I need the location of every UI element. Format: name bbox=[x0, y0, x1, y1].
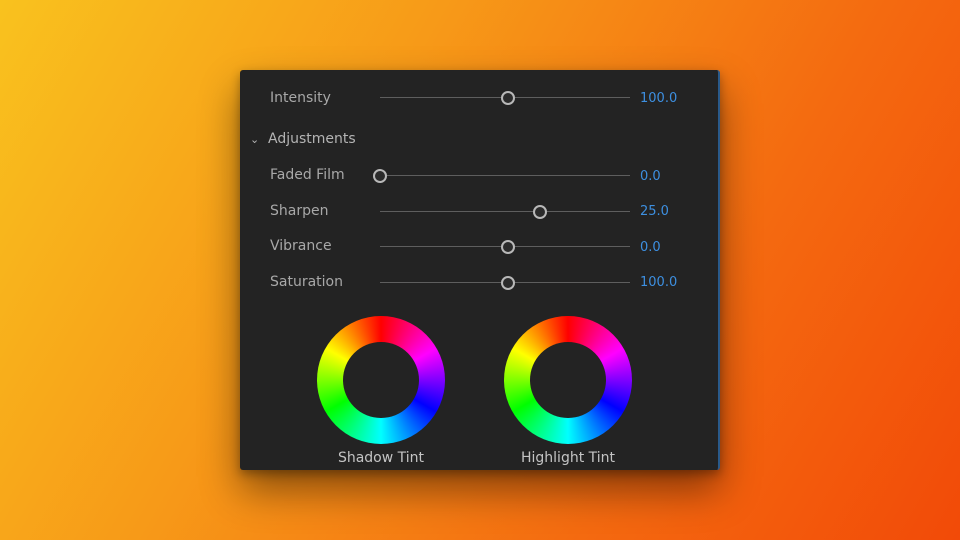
saturation-slider-thumb[interactable] bbox=[500, 276, 515, 290]
shadow-tint-wheel[interactable] bbox=[317, 316, 445, 444]
vibrance-value[interactable]: 0.0 bbox=[640, 240, 661, 256]
saturation-label: Saturation bbox=[270, 274, 343, 290]
adjustments-section-header[interactable]: ⌄ Adjustments bbox=[250, 131, 356, 148]
highlight-tint-label: Highlight Tint bbox=[520, 450, 616, 466]
sharpen-value[interactable]: 25.0 bbox=[640, 204, 669, 220]
faded-film-slider-thumb[interactable] bbox=[373, 169, 387, 183]
sharpen-label: Sharpen bbox=[270, 203, 329, 219]
faded-film-value[interactable]: 0.0 bbox=[640, 169, 661, 185]
chevron-down-icon[interactable]: ⌄ bbox=[250, 132, 268, 148]
faded-film-slider[interactable] bbox=[373, 169, 630, 183]
sharpen-slider[interactable] bbox=[380, 205, 630, 219]
vibrance-slider-thumb[interactable] bbox=[500, 240, 515, 254]
vibrance-label: Vibrance bbox=[270, 238, 332, 254]
highlight-tint-wheel[interactable] bbox=[504, 316, 632, 444]
shadow-tint-label: Shadow Tint bbox=[337, 450, 425, 466]
faded-film-label: Faded Film bbox=[270, 167, 345, 183]
lumetri-panel: Intensity 100.0 ⌄ Adjustments Faded Film … bbox=[240, 70, 720, 470]
sharpen-slider-thumb[interactable] bbox=[533, 205, 547, 219]
saturation-slider[interactable] bbox=[380, 276, 630, 290]
adjustments-label: Adjustments bbox=[268, 131, 356, 147]
saturation-value[interactable]: 100.0 bbox=[640, 275, 677, 291]
vibrance-slider[interactable] bbox=[380, 240, 630, 254]
intensity-slider[interactable] bbox=[380, 91, 630, 105]
intensity-value[interactable]: 100.0 bbox=[640, 91, 677, 107]
intensity-slider-thumb[interactable] bbox=[500, 91, 515, 105]
intensity-label: Intensity bbox=[270, 90, 331, 106]
